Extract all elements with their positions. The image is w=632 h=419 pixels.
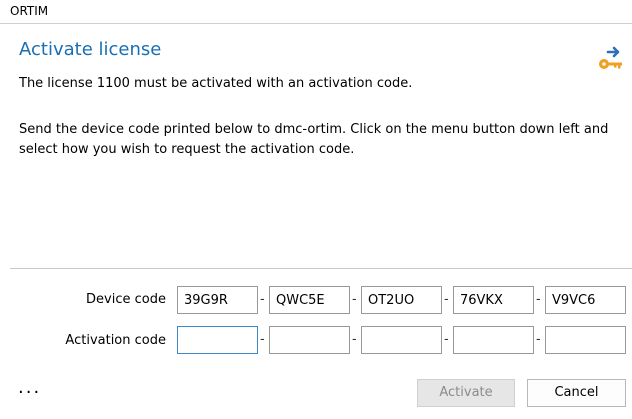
activation-code-separator: - — [352, 332, 357, 347]
device-code-segment-1[interactable] — [177, 286, 258, 314]
activation-code-segment-5[interactable] — [545, 326, 626, 354]
device-code-separator: - — [352, 292, 357, 307]
cancel-button[interactable]: Cancel — [527, 379, 626, 407]
device-code-separator: - — [260, 292, 265, 307]
instructions-text: Send the device code printed below to dm… — [19, 122, 609, 157]
title-bar: ORTIM — [0, 0, 632, 24]
device-code-segment-2[interactable] — [269, 286, 350, 314]
activation-code-segment-1[interactable] — [177, 326, 258, 354]
activation-code-separator: - — [536, 332, 541, 347]
divider — [10, 268, 632, 269]
device-code-label: Device code — [86, 292, 166, 307]
device-code-segment-5[interactable] — [545, 286, 626, 314]
activation-dialog: ORTIM Activate license The license 1100 … — [0, 0, 632, 419]
window-title: ORTIM — [10, 4, 49, 18]
menu-button[interactable]: ... — [18, 377, 41, 398]
activation-code-segment-3[interactable] — [361, 326, 442, 354]
activation-code-segment-2[interactable] — [269, 326, 350, 354]
activate-button[interactable]: Activate — [417, 379, 515, 407]
device-code-separator: - — [444, 292, 449, 307]
device-code-segment-3[interactable] — [361, 286, 442, 314]
device-code-segment-4[interactable] — [453, 286, 534, 314]
page-title: Activate license — [19, 39, 162, 60]
activation-code-separator: - — [260, 332, 265, 347]
device-code-separator: - — [536, 292, 541, 307]
activation-code-separator: - — [444, 332, 449, 347]
activation-code-segment-4[interactable] — [453, 326, 534, 354]
license-description: The license 1100 must be activated with … — [19, 76, 413, 91]
activation-code-label: Activation code — [65, 333, 166, 348]
key-arrow-icon — [599, 46, 622, 69]
